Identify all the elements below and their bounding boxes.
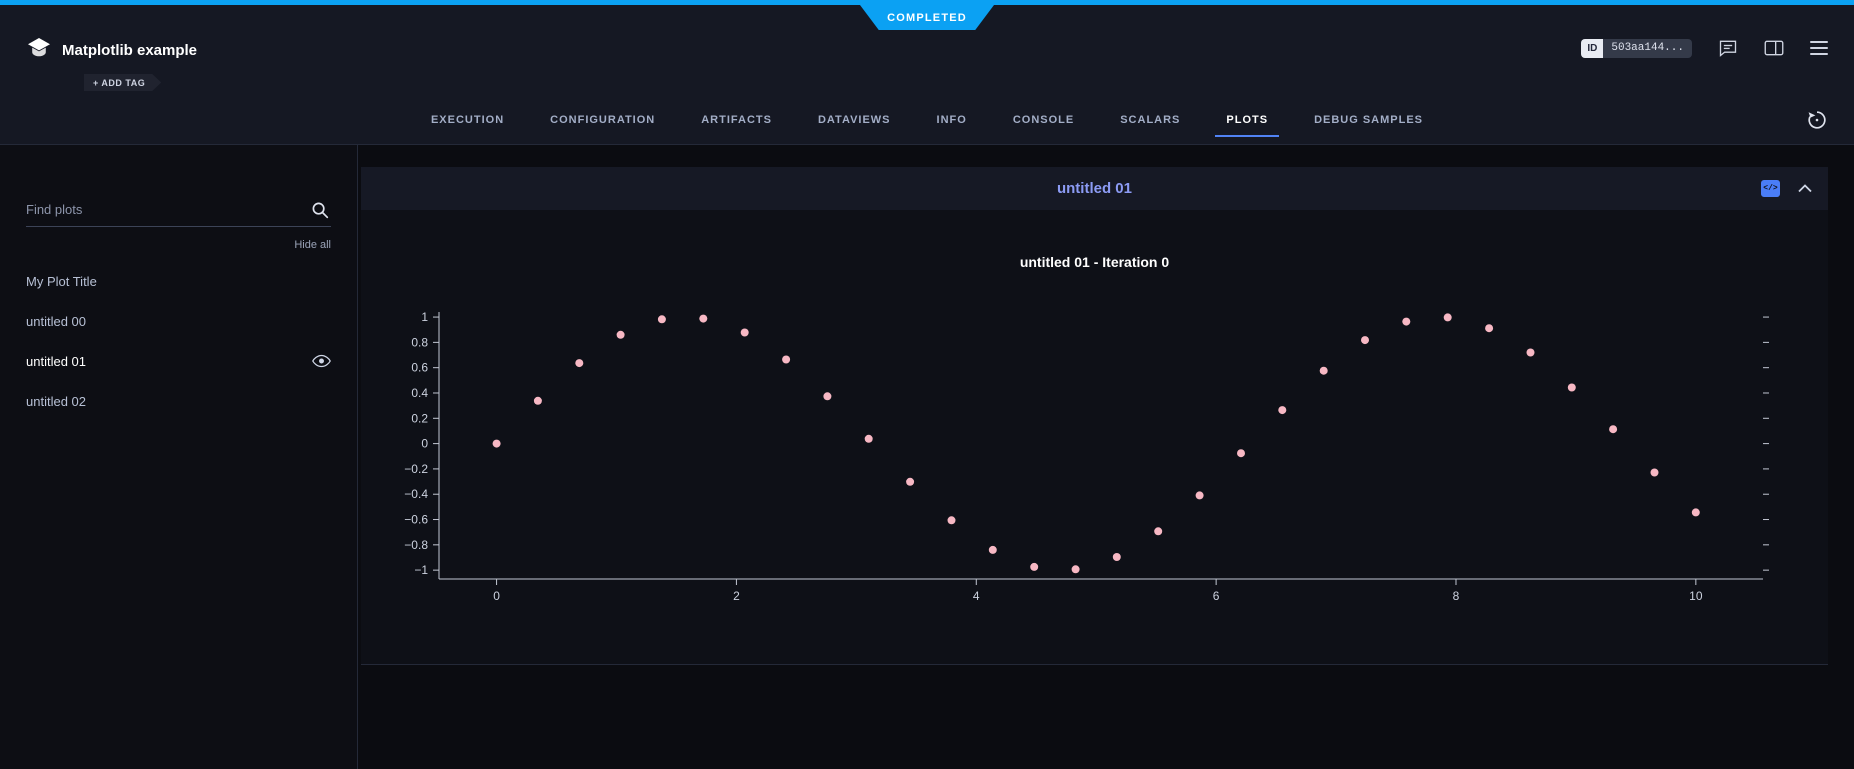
experiment-title: Matplotlib example: [62, 42, 197, 59]
main-area: untitled 01 </> untitled 01 - Iteration …: [358, 145, 1854, 769]
id-chip-label: ID: [1581, 39, 1603, 58]
tab-debug-samples[interactable]: DEBUG SAMPLES: [1291, 96, 1446, 144]
plot-panel-body: untitled 01 - Iteration 0 1 0.8 0.6 0.4 0.2 0…: [361, 210, 1828, 665]
plot-panel-header: untitled 01 </>: [361, 167, 1828, 210]
tab-scalars[interactable]: SCALARS: [1097, 96, 1203, 144]
collapse-chevron-icon[interactable]: [1798, 184, 1812, 193]
plot-list-item[interactable]: My Plot Title: [26, 261, 331, 301]
feedback-icon[interactable]: [1718, 38, 1738, 58]
plots-sidebar: Hide all My Plot Title untitled 00 untitle…: [0, 145, 358, 769]
plot-list-item[interactable]: untitled 02: [26, 381, 331, 421]
search-input[interactable]: [26, 193, 331, 226]
tab-list: EXECUTIONCONFIGURATIONARTIFACTSDATAVIEWS…: [408, 96, 1446, 144]
header-actions: ID 503aa144...: [1581, 38, 1828, 58]
svg-text:1: 1: [421, 310, 428, 324]
auto-refresh-icon[interactable]: [1806, 109, 1828, 136]
svg-text:0.6: 0.6: [411, 361, 428, 375]
svg-text:0.8: 0.8: [411, 335, 428, 349]
svg-text:0: 0: [493, 589, 500, 603]
svg-text:4: 4: [973, 589, 980, 603]
plot-panel-title: untitled 01: [361, 180, 1828, 197]
tab-console[interactable]: CONSOLE: [990, 96, 1097, 144]
tab-plots[interactable]: PLOTS: [1203, 96, 1291, 144]
plot-item-label: untitled 01: [26, 354, 86, 369]
tab-artifacts[interactable]: ARTIFACTS: [678, 96, 795, 144]
menu-icon[interactable]: [1810, 41, 1828, 55]
tab-bar: EXECUTIONCONFIGURATIONARTIFACTSDATAVIEWS…: [0, 96, 1854, 145]
plot-panel: untitled 01 </> untitled 01 - Iteration …: [361, 167, 1828, 665]
svg-text:8: 8: [1453, 589, 1460, 603]
plot-item-label: untitled 02: [26, 394, 86, 409]
id-value: 503aa144...: [1603, 39, 1692, 57]
svg-text:−0.8: −0.8: [404, 538, 428, 552]
plot-list: My Plot Title untitled 00 untitled 01 untit…: [26, 261, 331, 421]
scatter-points: [493, 313, 1700, 573]
eye-icon[interactable]: [312, 354, 331, 368]
status-banner: COMPLETED: [860, 5, 994, 30]
experiment-id-badge[interactable]: ID 503aa144...: [1581, 39, 1692, 58]
svg-text:10: 10: [1689, 589, 1703, 603]
tab-configuration[interactable]: CONFIGURATION: [527, 96, 678, 144]
plot-panel-actions: </>: [1761, 180, 1828, 197]
plot-item-label: untitled 00: [26, 314, 86, 329]
tab-info[interactable]: INFO: [914, 96, 990, 144]
scatter-plot-svg[interactable]: 1 0.8 0.6 0.4 0.2 0 −0.2 −0.4 −0.6 −0.8 −1 0 2 4 6 8 10: [361, 290, 1828, 620]
tab-execution[interactable]: EXECUTION: [408, 96, 527, 144]
tab-dataviews[interactable]: DATAVIEWS: [795, 96, 914, 144]
magnifier-icon[interactable]: [311, 201, 329, 224]
status-banner-label: COMPLETED: [887, 12, 967, 24]
plot-item-label: My Plot Title: [26, 274, 97, 289]
code-embed-icon[interactable]: </>: [1761, 180, 1780, 197]
plot-list-item[interactable]: untitled 00: [26, 301, 331, 341]
svg-text:6: 6: [1213, 589, 1220, 603]
app-logo-icon[interactable]: [27, 37, 51, 59]
plot-search: [26, 193, 331, 227]
hide-all-link[interactable]: Hide all: [26, 239, 331, 253]
svg-text:0.2: 0.2: [411, 411, 428, 425]
svg-text:−0.2: −0.2: [404, 462, 428, 476]
add-tag-button[interactable]: + ADD TAG: [84, 74, 161, 91]
svg-text:0.4: 0.4: [411, 386, 428, 400]
svg-text:−0.6: −0.6: [404, 513, 428, 527]
svg-text:−1: −1: [414, 563, 428, 577]
svg-text:−0.4: −0.4: [404, 487, 428, 501]
chart-title: untitled 01 - Iteration 0: [361, 254, 1828, 270]
plot-list-item[interactable]: untitled 01: [26, 341, 331, 381]
svg-text:2: 2: [733, 589, 740, 603]
content-area: Hide all My Plot Title untitled 00 untitle…: [0, 145, 1854, 769]
layout-columns-icon[interactable]: [1764, 39, 1784, 57]
svg-text:0: 0: [421, 437, 428, 451]
